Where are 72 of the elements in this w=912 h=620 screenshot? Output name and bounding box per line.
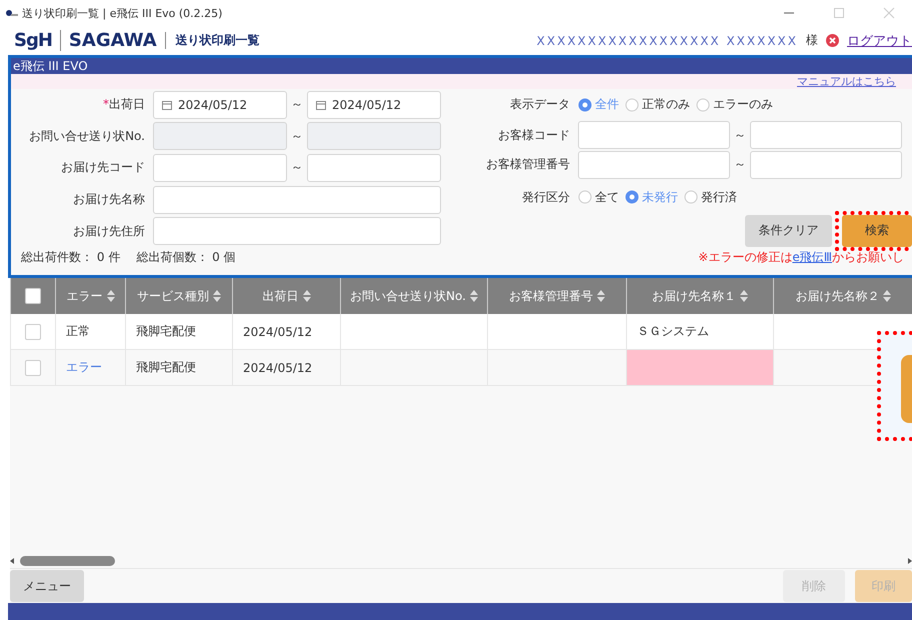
calendar-icon[interactable]: [162, 100, 172, 110]
field-label: お届け先住所: [72, 222, 146, 240]
range-separator: ～: [290, 159, 304, 176]
clear-button[interactable]: 条件クリア: [745, 214, 832, 247]
panel-title: e飛伝 III EVO: [13, 59, 88, 73]
page-title: 送り状印刷一覧: [164, 32, 260, 49]
sort-icon[interactable]: [213, 290, 221, 302]
honorific: 様: [806, 32, 818, 49]
sort-icon[interactable]: [740, 290, 748, 302]
table-cell: 2024/05/12: [232, 350, 340, 386]
sort-icon[interactable]: [597, 290, 605, 302]
select-all-checkbox[interactable]: [25, 288, 41, 304]
sort-icon[interactable]: [470, 290, 478, 302]
logo: SgH: [14, 30, 52, 51]
radio-icon: [625, 98, 639, 112]
date-field[interactable]: 2024/05/12: [307, 90, 441, 119]
text-field[interactable]: [153, 217, 441, 246]
manual-link[interactable]: マニュアルはこちら: [797, 74, 896, 89]
error-note: ※エラーの修正はe飛伝Ⅲからお願いし: [698, 248, 904, 266]
date-field[interactable]: 2024/05/12: [153, 90, 287, 119]
scrollbar[interactable]: [10, 554, 912, 568]
text-field[interactable]: [307, 154, 441, 182]
total-count: 総出荷個数： 0 個: [136, 248, 236, 266]
range-separator: ～: [290, 96, 304, 114]
table-cell: エラー: [56, 350, 126, 386]
radio-icon: [578, 98, 592, 112]
window-title: 送り状印刷一覧 | e飛伝 III Evo (0.2.25): [22, 6, 224, 20]
field-label: *出荷日: [102, 96, 146, 114]
e-hiden-link[interactable]: e飛伝Ⅲ: [792, 250, 832, 264]
total-count: 総出荷件数： 0 件: [21, 248, 120, 266]
radio-option[interactable]: 発行済: [684, 188, 737, 206]
radio-option[interactable]: 全件: [578, 96, 619, 114]
radio-option[interactable]: エラーのみ: [696, 96, 773, 114]
field-label: お客様管理番号: [485, 156, 571, 174]
field-label: お客様コード: [497, 126, 571, 144]
search-button[interactable]: 検索: [842, 214, 912, 247]
field-label: お問い合せ送り状No.: [28, 128, 146, 145]
range-separator: ～: [733, 126, 747, 144]
sort-icon[interactable]: [106, 290, 114, 302]
radio-icon: [625, 190, 639, 204]
radio-icon: [684, 190, 698, 204]
sort-icon[interactable]: [302, 290, 310, 302]
text-field[interactable]: [153, 186, 441, 214]
text-field[interactable]: [578, 121, 730, 150]
radio-option[interactable]: 全て: [578, 188, 619, 206]
menu-button[interactable]: メニュー: [10, 570, 84, 602]
sort-icon[interactable]: [883, 290, 892, 302]
text-field[interactable]: [750, 150, 902, 179]
field-label: 表示データ: [509, 96, 571, 114]
range-separator: ～: [290, 128, 304, 145]
radio-option[interactable]: 正常のみ: [625, 96, 690, 114]
radio-icon: [578, 190, 592, 204]
field-label: お届け先コード: [60, 159, 146, 176]
table-cell: 飛脚宅配便: [126, 350, 232, 386]
range-separator: ～: [733, 156, 747, 174]
row-checkbox[interactable]: [25, 360, 41, 376]
app-icon: [6, 9, 18, 17]
field-label: 発行区分: [521, 188, 571, 206]
text-field[interactable]: [578, 150, 730, 179]
radio-icon: [696, 98, 710, 112]
radio-option[interactable]: 未発行: [625, 188, 678, 206]
column-header[interactable]: エラー: [66, 288, 102, 302]
logout-link[interactable]: ログアウト: [847, 32, 912, 50]
field-label: お届け先名称: [72, 191, 146, 208]
column-header[interactable]: 出荷日: [262, 288, 298, 302]
logout-icon[interactable]: [826, 34, 839, 47]
row-checkbox[interactable]: [25, 324, 41, 340]
user-name: XXXXXXXXXXXXXXXXXX XXXXXXX: [536, 34, 798, 48]
calendar-icon[interactable]: [316, 100, 326, 110]
text-field[interactable]: [750, 121, 902, 150]
text-field[interactable]: [153, 154, 287, 182]
brand-name: SAGAWA: [60, 30, 157, 51]
